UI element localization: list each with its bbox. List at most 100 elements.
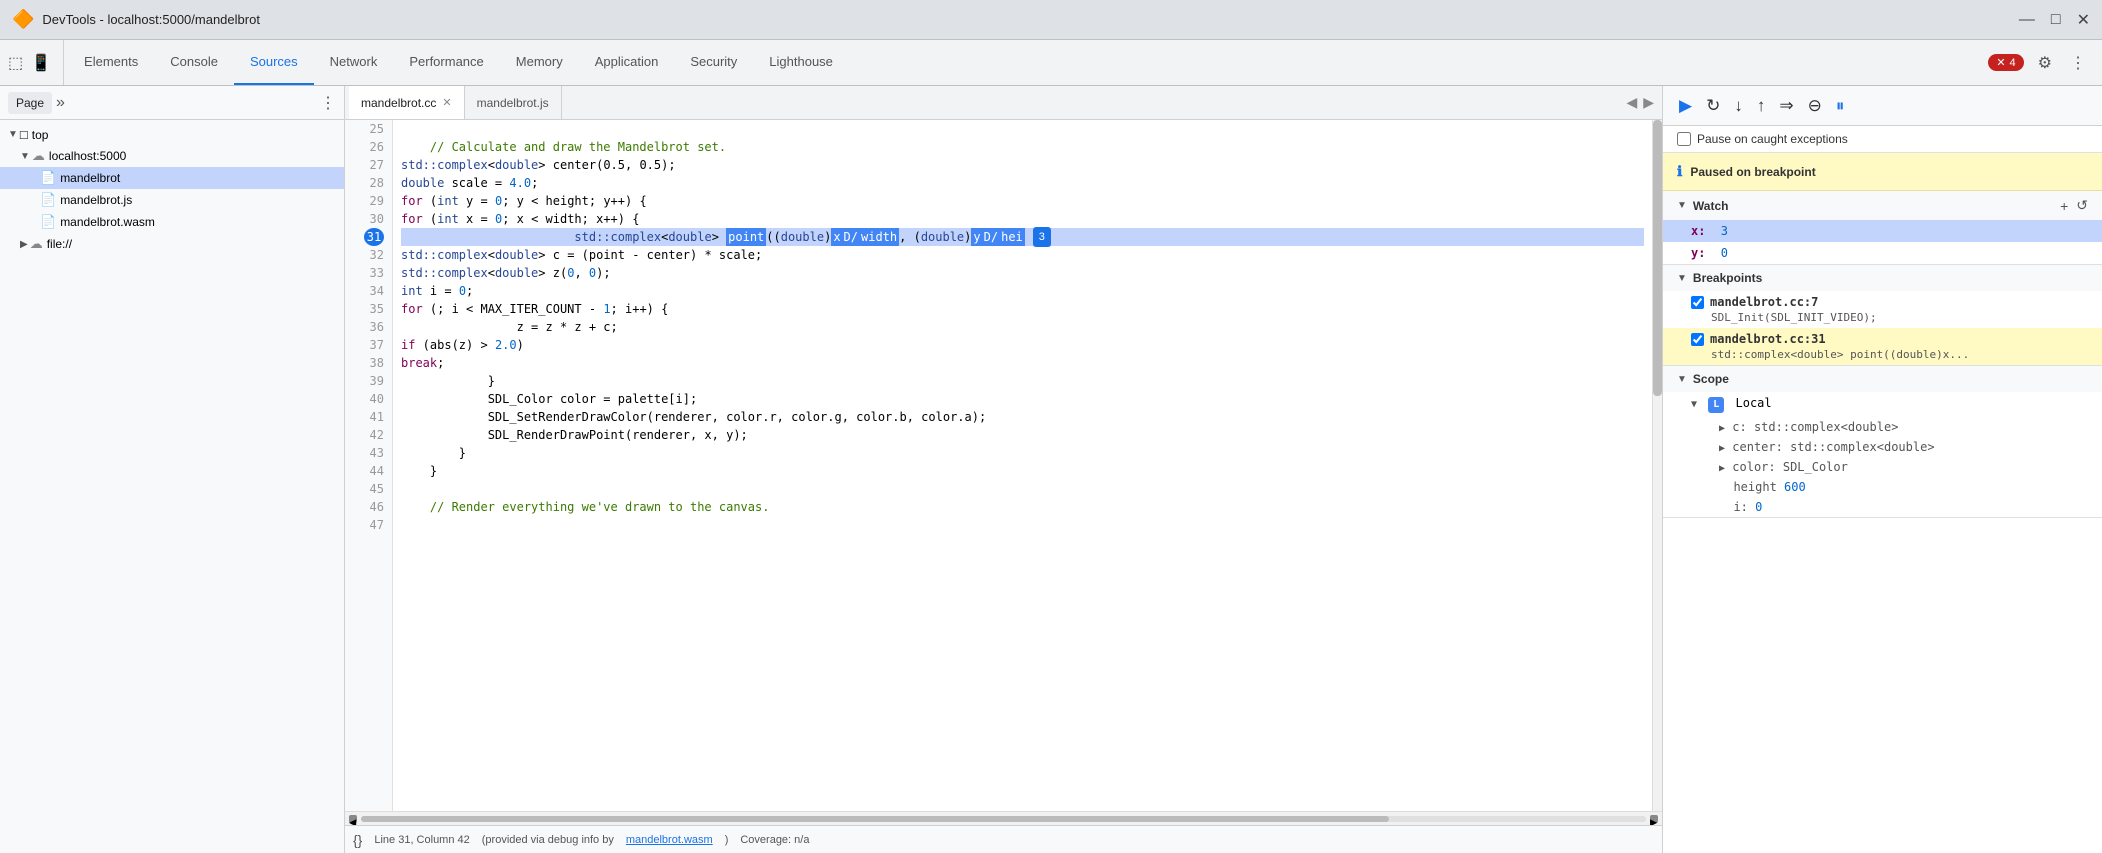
resume-button[interactable]: ▶	[1675, 92, 1696, 120]
tab-performance[interactable]: Performance	[393, 40, 499, 85]
tab-console[interactable]: Console	[154, 40, 234, 85]
tab-elements[interactable]: Elements	[68, 40, 154, 85]
scope-var-i: i: 0	[1663, 497, 2102, 517]
more-button[interactable]: ⋮	[2066, 49, 2090, 77]
expand-triangle: ▼	[8, 129, 18, 140]
scope-var-color[interactable]: ▶ color: SDL_Color	[1663, 457, 2102, 477]
hscroll-thumb[interactable]	[361, 816, 1389, 822]
watch-title-row: ▼ Watch	[1677, 199, 1728, 213]
nav-icons: ⬚ 📱	[8, 40, 64, 85]
ln-38: 38	[353, 354, 384, 372]
tree-label-mandelbrot: mandelbrot	[60, 171, 120, 185]
editor-nav-back[interactable]: ◀	[1626, 94, 1637, 111]
pause-exceptions-checkbox[interactable]	[1677, 132, 1691, 146]
sidebar-tab-page[interactable]: Page	[8, 92, 52, 114]
breakpoints-expand-icon: ▼	[1677, 273, 1687, 284]
deactivate-bp-button[interactable]: ⊖	[1804, 92, 1826, 120]
inspect-icon[interactable]: ⬚	[8, 53, 23, 73]
ln-35: 35	[353, 300, 384, 318]
tab-memory[interactable]: Memory	[500, 40, 579, 85]
code-line-34: int i = 0;	[401, 282, 1644, 300]
tab-application[interactable]: Application	[579, 40, 675, 85]
code-line-47	[401, 516, 1644, 534]
tab-lighthouse[interactable]: Lighthouse	[753, 40, 849, 85]
step-out-button[interactable]: ↑	[1753, 92, 1770, 120]
watch-add-button[interactable]: +	[2060, 197, 2068, 214]
sidebar-more-button[interactable]: »	[56, 94, 65, 112]
scope-header[interactable]: ▼ Scope	[1663, 366, 2102, 392]
step-button[interactable]: ⇒	[1775, 92, 1797, 120]
cloud-icon: ☁	[32, 148, 45, 164]
scope-var-center[interactable]: ▶ center: std::complex<double>	[1663, 437, 2102, 457]
line-col: Line 31, Column 42	[374, 834, 469, 846]
watch-refresh-button[interactable]: ↺	[2076, 197, 2088, 214]
ln-33: 33	[353, 264, 384, 282]
breakpoint-item-1[interactable]: mandelbrot.cc:7 SDL_Init(SDL_INIT_VIDEO)…	[1663, 291, 2102, 328]
editor-nav-forward[interactable]: ▶	[1643, 94, 1654, 111]
hscroll-right[interactable]: ▶	[1650, 815, 1658, 823]
line31-tooltip: 3	[1033, 227, 1051, 247]
bp-code-2: std::complex<double> point((double)x...	[1691, 348, 2088, 361]
ln-45: 45	[353, 480, 384, 498]
bp-header-1: mandelbrot.cc:7	[1691, 295, 2088, 309]
file-js-icon: 📄	[40, 192, 56, 208]
tree-item-file[interactable]: ▶ ☁ file://	[0, 233, 344, 255]
tree-item-top[interactable]: ▼ □ top	[0, 124, 344, 145]
error-badge[interactable]: ✕ 4	[1988, 54, 2023, 71]
debug-link[interactable]: mandelbrot.wasm	[626, 834, 713, 846]
error-count: 4	[2010, 57, 2016, 69]
vertical-scrollbar[interactable]	[1652, 120, 1662, 811]
ln-44: 44	[353, 462, 384, 480]
device-icon[interactable]: 📱	[31, 53, 51, 73]
ln-40: 40	[353, 390, 384, 408]
step-over-button[interactable]: ↻	[1702, 92, 1724, 120]
settings-button[interactable]: ⚙	[2034, 49, 2056, 77]
breakpoints-title-row: ▼ Breakpoints	[1677, 271, 1762, 285]
scope-var-height: height 600	[1663, 477, 2102, 497]
editor-tab-mandelbrot-js[interactable]: mandelbrot.js	[465, 86, 562, 119]
sidebar-menu-button[interactable]: ⋮	[320, 93, 336, 113]
close-tab-cc[interactable]: ✕	[442, 96, 451, 109]
tab-network[interactable]: Network	[314, 40, 394, 85]
code-line-33: std::complex<double> z(0, 0);	[401, 264, 1644, 282]
ln-37: 37	[353, 336, 384, 354]
breakpoints-header[interactable]: ▼ Breakpoints	[1663, 265, 2102, 291]
editor-area: mandelbrot.cc ✕ mandelbrot.js ◀ ▶ 25 26 …	[345, 86, 1662, 853]
code-scroll[interactable]: 25 26 27 28 29 30 31 32 33 34 35 36 37 3…	[345, 120, 1662, 811]
bp-checkbox-2[interactable]	[1691, 333, 1704, 346]
tree-item-localhost[interactable]: ▼ ☁ localhost:5000	[0, 145, 344, 167]
bp-checkbox-1[interactable]	[1691, 296, 1704, 309]
watch-var-x-sep	[1709, 224, 1716, 238]
tree-item-mandelbrot-cc[interactable]: 📄 mandelbrot	[0, 167, 344, 189]
pretty-print-button[interactable]: {}	[353, 832, 362, 848]
pause-button[interactable]: ⏸	[1832, 92, 1849, 120]
minimize-button[interactable]: —	[2019, 10, 2035, 30]
tree-item-mandelbrot-wasm[interactable]: 📄 mandelbrot.wasm	[0, 211, 344, 233]
tab-security[interactable]: Security	[674, 40, 753, 85]
code-line-41: SDL_SetRenderDrawColor(renderer, color.r…	[401, 408, 1644, 426]
ln-29: 29	[353, 192, 384, 210]
tab-filename-cc: mandelbrot.cc	[361, 96, 436, 110]
close-button[interactable]: ✕	[2077, 10, 2090, 30]
tree-item-mandelbrot-js[interactable]: 📄 mandelbrot.js	[0, 189, 344, 211]
maximize-button[interactable]: □	[2051, 10, 2061, 30]
tab-sources[interactable]: Sources	[234, 40, 314, 85]
code-line-28: double scale = 4.0;	[401, 174, 1644, 192]
file-tree: ▼ □ top ▼ ☁ localhost:5000 📄 mandelbrot …	[0, 120, 344, 853]
breakpoint-item-2[interactable]: mandelbrot.cc:31 std::complex<double> po…	[1663, 328, 2102, 365]
watch-header[interactable]: ▼ Watch + ↺	[1663, 191, 2102, 220]
scope-var-c[interactable]: ▶ c: std::complex<double>	[1663, 417, 2102, 437]
right-scroll[interactable]: ▼ Watch + ↺ x: 3 y: 0	[1663, 191, 2102, 853]
horizontal-scrollbar[interactable]: ◀ ▶	[345, 811, 1662, 825]
hscroll-left[interactable]: ◀	[349, 815, 357, 823]
watch-item-y[interactable]: y: 0	[1663, 242, 2102, 264]
code-line-32: std::complex<double> c = (point - center…	[401, 246, 1644, 264]
code-line-45	[401, 480, 1644, 498]
editor-tab-mandelbrot-cc[interactable]: mandelbrot.cc ✕	[349, 86, 465, 119]
watch-item-x[interactable]: x: 3	[1663, 220, 2102, 242]
code-lines[interactable]: // Calculate and draw the Mandelbrot set…	[393, 120, 1652, 811]
scope-local-item[interactable]: ▼ L Local	[1663, 392, 2102, 417]
step-into-button[interactable]: ↓	[1730, 92, 1747, 120]
var-i-label: i:	[1719, 500, 1748, 514]
var-i-val: 0	[1755, 500, 1762, 514]
